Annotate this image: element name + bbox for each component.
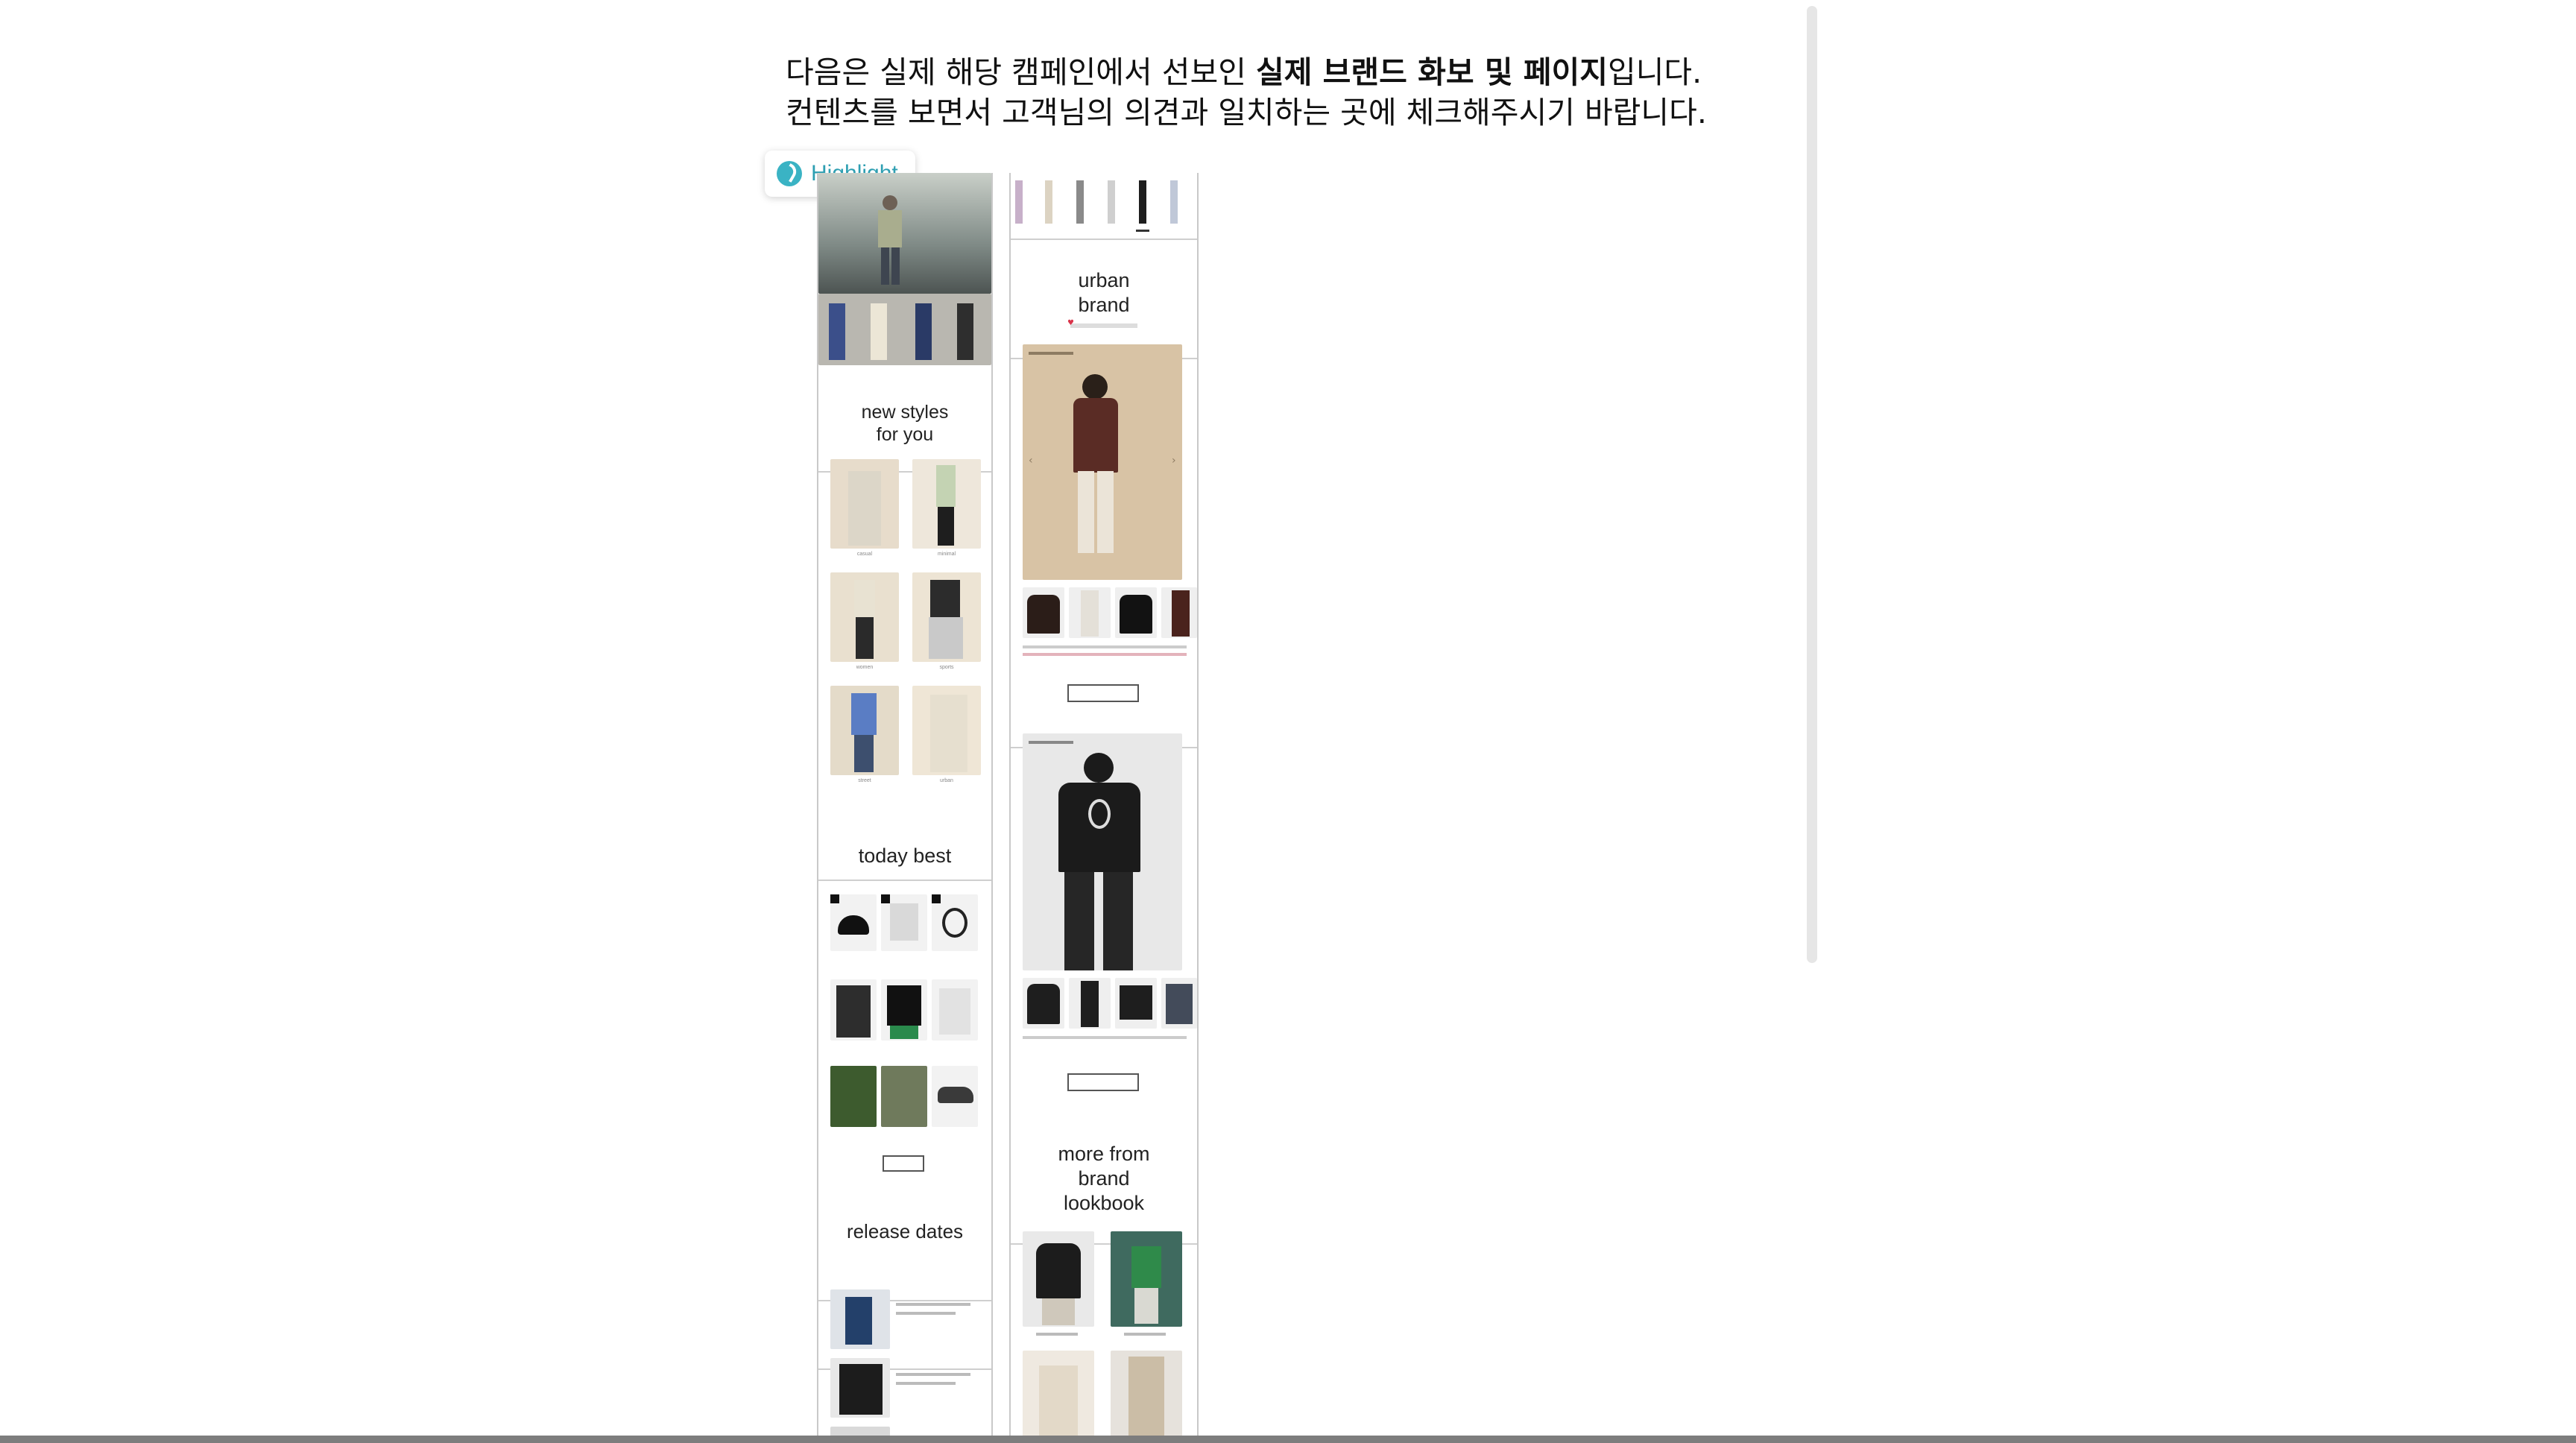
brand-page-mockup-right: urban brand ♥ ‹ › more from brand lookbo…	[1009, 173, 1199, 1443]
hero-photo-shade	[818, 173, 991, 294]
product-camo[interactable]	[881, 1066, 927, 1127]
style-label-casual: casual	[856, 552, 873, 557]
guide-line	[1011, 239, 1197, 240]
urban-more-button-2[interactable]	[1067, 1073, 1139, 1091]
brand-page-mockup-left: new styles for you casual minimal women …	[817, 173, 993, 1443]
today-best-more-button[interactable]	[883, 1155, 924, 1172]
today-best-heading: today best	[858, 844, 952, 867]
window-bottom-edge	[0, 1436, 2576, 1443]
new-styles-heading: new styles for you	[861, 402, 949, 445]
urban-brand-heading: urban brand	[1078, 269, 1130, 316]
instruction-line-2: 컨텐츠를 보면서 고객님의 의견과 일치하는 곳에 체크해주시기 바랍니다.	[786, 95, 1707, 130]
survey-instructions: 다음은 실제 해당 캠페인에서 선보인 실제 브랜드 화보 및 페이지입니다. …	[786, 52, 1829, 133]
highlight-swirl-icon	[777, 161, 802, 186]
urban-more-button[interactable]	[1067, 684, 1139, 702]
style-label-minimal: minimal	[937, 552, 956, 557]
style-label-street: street	[858, 778, 871, 783]
heart-icon: ♥	[1067, 319, 1074, 327]
instruction-emphasis: 실제 브랜드 화보 및 페이지	[1255, 54, 1608, 90]
product-green-jacket[interactable]	[830, 1066, 877, 1127]
style-label-women: women	[856, 665, 874, 670]
guide-line	[818, 880, 991, 881]
hero-model	[878, 195, 903, 285]
chevron-right-icon[interactable]: ›	[1172, 455, 1176, 467]
instruction-line-1: 다음은 실제 해당 캠페인에서 선보인 실제 브랜드 화보 및 페이지입니다.	[786, 52, 1829, 92]
rank-badge	[932, 894, 941, 903]
instruction-text-end: 입니다.	[1607, 54, 1702, 90]
chevron-left-icon[interactable]: ‹	[1029, 455, 1033, 467]
vertical-scrollbar[interactable]	[1807, 6, 1817, 963]
rank-badge	[881, 894, 890, 903]
more-lookbook-heading: more from brand lookbook	[1058, 1143, 1150, 1214]
style-label-sports: sports	[939, 665, 954, 670]
page-canvas: 다음은 실제 해당 캠페인에서 선보인 실제 브랜드 화보 및 페이지입니다. …	[0, 0, 2576, 1443]
style-label-urban: urban	[940, 778, 953, 783]
instruction-text: 다음은 실제 해당 캠페인에서 선보인	[786, 54, 1256, 90]
rank-badge	[830, 894, 839, 903]
release-dates-heading: release dates	[846, 1220, 964, 1243]
